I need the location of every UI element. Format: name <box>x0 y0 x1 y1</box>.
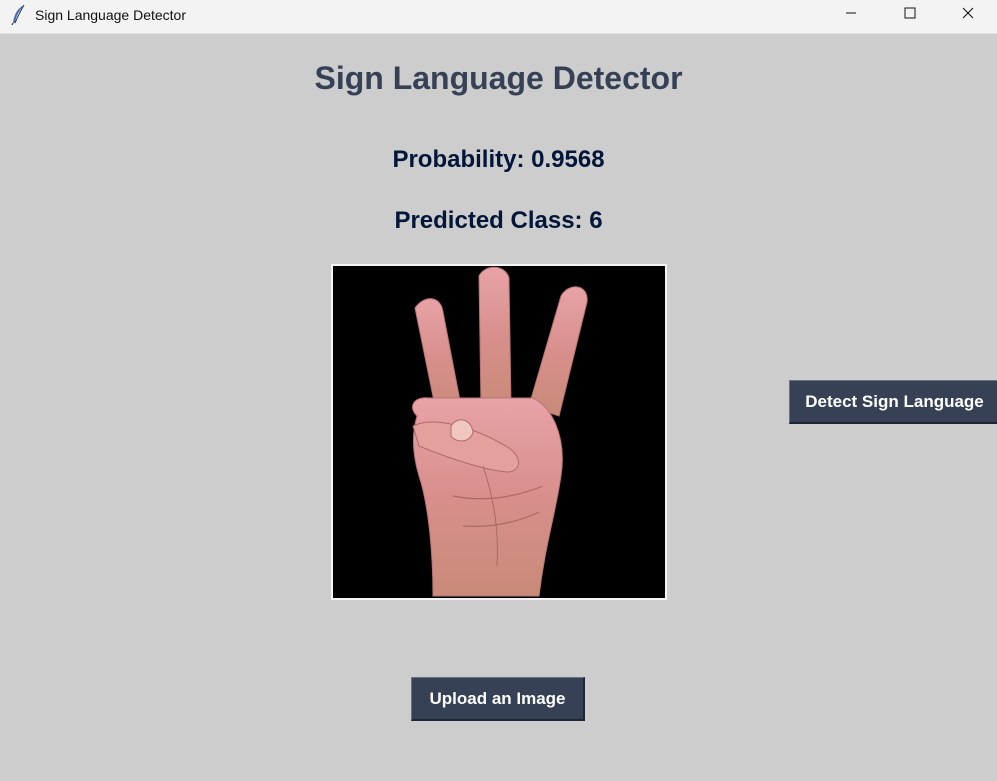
minimize-button[interactable] <box>822 0 880 30</box>
window-title: Sign Language Detector <box>35 7 186 23</box>
detect-sign-language-button[interactable]: Detect Sign Language <box>789 380 997 424</box>
close-button[interactable] <box>939 0 997 30</box>
maximize-button[interactable] <box>881 0 939 30</box>
predicted-class-label: Predicted Class: 6 <box>394 207 603 234</box>
page-title: Sign Language Detector <box>314 60 683 96</box>
hand-image <box>333 266 665 598</box>
upload-image-button[interactable]: Upload an Image <box>411 677 585 721</box>
maximize-icon <box>904 6 916 24</box>
minimize-icon <box>845 6 857 24</box>
main-content: Sign Language Detector Probability: 0.95… <box>0 34 997 781</box>
close-icon <box>962 6 974 24</box>
probability-label: Probability: 0.9568 <box>392 146 605 173</box>
window-titlebar[interactable]: Sign Language Detector <box>0 0 997 34</box>
feather-icon <box>10 4 28 26</box>
uploaded-image <box>331 264 667 600</box>
